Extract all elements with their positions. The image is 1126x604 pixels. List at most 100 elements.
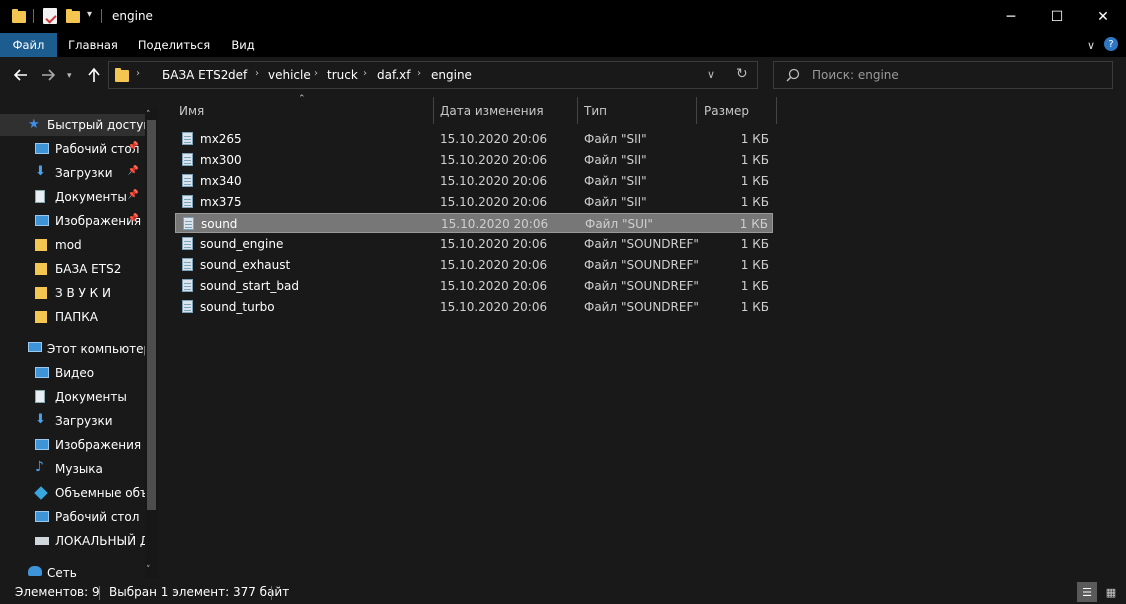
sidebar-item-pc[interactable]: ♪ Музыка (0, 458, 145, 480)
separator (101, 9, 102, 23)
folder-icon (35, 287, 47, 299)
sidebar-scrollbar-thumb[interactable] (147, 120, 156, 510)
tab-file[interactable]: Файл (0, 33, 57, 57)
desktop-icon (35, 511, 49, 522)
recent-locations-icon[interactable]: ▾ (67, 71, 72, 81)
breadcrumb-item[interactable]: БАЗА ETS2 (162, 68, 228, 82)
file-icon (183, 217, 194, 230)
sidebar-item-label: Рабочий стол (55, 142, 140, 156)
sidebar-item-quick[interactable]: Рабочий стол 📌 (0, 138, 145, 160)
help-icon[interactable]: ? (1104, 37, 1118, 51)
sidebar-item-quick[interactable]: ПАПКА (0, 306, 145, 328)
chevron-right-icon[interactable]: › (363, 68, 367, 79)
address-bar[interactable]: › БАЗА ETS2 › def › vehicle › truck › da… (108, 61, 758, 89)
chevron-right-icon[interactable]: › (314, 68, 318, 79)
sidebar-item-label: З В У К И (55, 286, 111, 300)
minimize-button[interactable]: ─ (988, 0, 1034, 33)
file-row[interactable]: mx340 15.10.2020 20:06 Файл "SII" 1 КБ (175, 171, 773, 191)
sidebar-item-label: Объемные объекты (55, 486, 145, 500)
column-divider[interactable] (577, 97, 578, 124)
file-type: Файл "SOUNDREF" (584, 258, 699, 272)
sidebar-item-network[interactable]: Сеть (0, 562, 145, 578)
file-row[interactable]: mx265 15.10.2020 20:06 Файл "SII" 1 КБ (175, 129, 773, 149)
breadcrumb-item[interactable]: vehicle (268, 68, 311, 82)
star-icon: ★ (28, 117, 40, 132)
column-name[interactable]: Имя (179, 97, 429, 124)
sidebar-item-quick[interactable]: Документы 📌 (0, 186, 145, 208)
sidebar-item-pc[interactable]: ЛОКАЛЬНЫЙ ДИСК (0, 530, 145, 552)
sidebar-item-pc[interactable]: Объемные объекты (0, 482, 145, 504)
file-date: 15.10.2020 20:06 (440, 300, 548, 314)
sidebar-item-pc[interactable]: Видео (0, 362, 145, 384)
file-row[interactable]: sound_engine 15.10.2020 20:06 Файл "SOUNDR… (175, 234, 773, 254)
expand-ribbon-icon[interactable]: ∨ (1083, 33, 1099, 57)
forward-button[interactable] (40, 67, 56, 87)
breadcrumb-item[interactable]: engine (431, 68, 472, 82)
sidebar-item-quick[interactable]: ⬇ Загрузки 📌 (0, 162, 145, 184)
file-date: 15.10.2020 20:06 (440, 258, 548, 272)
file-row[interactable]: mx300 15.10.2020 20:06 Файл "SII" 1 КБ (175, 150, 773, 170)
new-folder-icon[interactable] (66, 9, 80, 23)
sidebar-item-quick[interactable]: mod (0, 234, 145, 256)
sidebar-item-quick[interactable]: Изображения 📌 (0, 210, 145, 232)
maximize-button[interactable]: ☐ (1034, 0, 1080, 33)
folder-icon (35, 263, 47, 275)
close-button[interactable]: ✕ (1080, 0, 1126, 33)
breadcrumb-item[interactable]: def (228, 68, 247, 82)
column-type[interactable]: Тип (584, 97, 694, 124)
back-arrow-icon (13, 69, 27, 81)
refresh-icon[interactable]: ↻ (736, 66, 748, 82)
details-view-button[interactable]: ☰ (1077, 582, 1097, 602)
scroll-up-icon[interactable]: ˄ (146, 110, 151, 120)
address-dropdown-icon[interactable]: ∨ (707, 68, 715, 81)
sidebar-item-label: ПАПКА (55, 310, 98, 324)
sidebar-item-quick[interactable]: БАЗА ETS2 (0, 258, 145, 280)
item-count: Элементов: 9 (15, 585, 100, 599)
search-input[interactable]: Поиск: engine (812, 68, 899, 82)
properties-icon[interactable] (43, 8, 57, 24)
sidebar-item-pc[interactable]: ⬇ Загрузки (0, 410, 145, 432)
up-arrow-icon (88, 67, 100, 82)
breadcrumb-item[interactable]: truck (327, 68, 358, 82)
file-row[interactable]: sound_exhaust 15.10.2020 20:06 Файл "SOUND… (175, 255, 773, 275)
chevron-right-icon[interactable]: › (213, 68, 217, 79)
sidebar-item-quick[interactable]: З В У К И (0, 282, 145, 304)
search-box[interactable]: Поиск: engine (773, 61, 1113, 89)
chevron-right-icon[interactable]: › (255, 68, 259, 79)
file-row[interactable]: mx375 15.10.2020 20:06 Файл "SII" 1 КБ (175, 192, 773, 212)
file-row[interactable]: sound 15.10.2020 20:06 Файл "SUI" 1 КБ (175, 213, 773, 233)
navigation-pane: ★ Быстрый доступ Рабочий стол 📌 ⬇ Загрузки 📌… (0, 108, 158, 578)
sidebar-item-label: Музыка (55, 462, 103, 476)
sidebar-item-pc[interactable]: Рабочий стол (0, 506, 145, 528)
sidebar-item-label: Сеть (47, 566, 77, 578)
file-row[interactable]: sound_start_bad 15.10.2020 20:06 Файл "SOU… (175, 276, 773, 296)
breadcrumb-item[interactable]: daf.xf (377, 68, 410, 82)
column-size[interactable]: Размер (704, 97, 774, 124)
file-icon (182, 153, 193, 166)
pin-icon: 📌 (127, 190, 139, 200)
sidebar-item-pc[interactable]: Документы (0, 386, 145, 408)
file-date: 15.10.2020 20:06 (440, 279, 548, 293)
column-divider[interactable] (696, 97, 697, 124)
file-size: 1 КБ (740, 132, 769, 146)
file-row[interactable]: sound_turbo 15.10.2020 20:06 Файл "SOUNDRE… (175, 297, 773, 317)
tab-share[interactable]: Поделиться (134, 33, 214, 57)
up-button[interactable] (86, 67, 102, 87)
back-button[interactable] (13, 67, 29, 87)
column-divider[interactable] (776, 97, 777, 124)
selection-info: Выбран 1 элемент: 377 байт (109, 585, 290, 599)
scroll-down-icon[interactable]: ˅ (146, 565, 151, 575)
customize-quick-access-icon[interactable]: ▾ (87, 9, 92, 20)
column-divider[interactable] (433, 97, 434, 124)
file-icon (182, 132, 193, 145)
sidebar-item-quick-access[interactable]: ★ Быстрый доступ (0, 114, 145, 136)
large-icons-view-button[interactable]: ▦ (1101, 582, 1121, 602)
chevron-right-icon[interactable]: › (136, 68, 140, 79)
3d-objects-icon (34, 486, 48, 500)
column-date[interactable]: Дата изменения (440, 97, 575, 124)
sidebar-item-this-pc[interactable]: Этот компьютер (0, 338, 145, 360)
chevron-right-icon[interactable]: › (417, 68, 421, 79)
tab-home[interactable]: Главная (62, 33, 124, 57)
tab-view[interactable]: Вид (224, 33, 262, 57)
sidebar-item-pc[interactable]: Изображения (0, 434, 145, 456)
